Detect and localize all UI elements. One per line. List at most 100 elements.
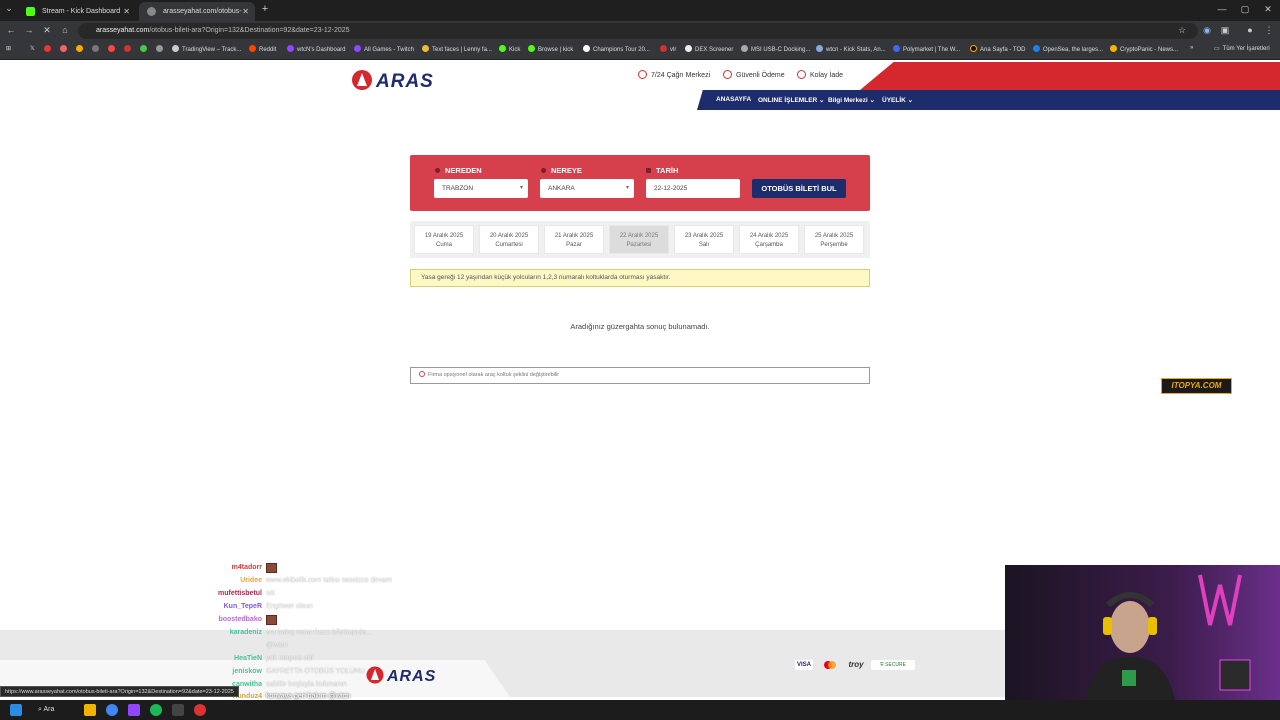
tab-search-icon[interactable]: ⌄ (2, 3, 16, 14)
aras-logo[interactable]: ARAS (352, 68, 472, 92)
extensions-icon[interactable]: ▣ (1218, 25, 1232, 36)
bookmark-vlr[interactable]: vlr (660, 45, 676, 53)
date-option[interactable]: 19 Aralık 2025 Cuma (414, 225, 474, 254)
taskbar-search[interactable]: ⌕ Ara (38, 703, 78, 717)
chat-text: Engineer olsun (266, 603, 313, 610)
date-option[interactable]: 20 Aralık 2025 Cumartesi (479, 225, 539, 254)
stop-loading-button[interactable]: ✕ (40, 25, 54, 36)
close-tab-icon[interactable]: ✕ (242, 2, 249, 21)
app-icon[interactable] (194, 704, 206, 716)
find-ticket-button[interactable]: OTOBÜS BİLETİ BUL (752, 179, 846, 198)
secure-payment-link[interactable]: Güvenli Ödeme (723, 70, 785, 79)
minimize-button[interactable]: — (1212, 4, 1232, 14)
nav-online-services[interactable]: ONLINE İŞLEMLER ⌄ (758, 96, 825, 104)
footer-aras-logo[interactable]: ARAS (366, 665, 468, 685)
url-bar[interactable]: arasseyahat.com/otobus-bileti-ara?Origin… (78, 23, 1198, 39)
tab-aras[interactable]: arasseyahat.com/otobus-bileti- ✕ (139, 2, 255, 34)
bookmark-icon[interactable] (92, 45, 99, 52)
caret-down-icon: ▾ (625, 185, 629, 191)
windows-taskbar: ⌕ Ara (0, 700, 1280, 720)
close-tab-icon[interactable]: ✕ (123, 2, 130, 21)
close-window-button[interactable]: ✕ (1258, 4, 1278, 15)
easy-refund-link[interactable]: Kolay İade (797, 70, 843, 79)
back-button[interactable]: ← (4, 25, 18, 35)
bookmark-icon[interactable] (124, 45, 131, 52)
bookmark-wtcn-dashboard[interactable]: wtcN's Dashboard (287, 45, 346, 53)
forward-button[interactable]: → (22, 25, 36, 35)
stats-icon (816, 45, 823, 52)
bookmark-cryptopanic[interactable]: CryptoPanic - News... (1110, 45, 1178, 53)
bookmark-reddit[interactable]: Reddit (249, 45, 276, 53)
bookmark-browse-kick[interactable]: Browse | kick (528, 45, 573, 53)
from-label: NEREDEN (435, 166, 482, 175)
bookmark-dex-screener[interactable]: DEX Screener (685, 45, 733, 53)
seat-layout-info: Firma opsiyonel olarak araç koltuk şekli… (410, 367, 870, 384)
bookmark-star-icon[interactable]: ☆ (1175, 25, 1189, 36)
search-icon: ⌕ (38, 706, 42, 713)
spotify-icon[interactable] (150, 704, 162, 716)
polymarket-icon (893, 45, 900, 52)
all-bookmarks[interactable]: ▭ Tüm Yer İşaretleri (1214, 45, 1270, 52)
x-icon[interactable]: 𝕏 (30, 45, 35, 52)
bookmark-icon[interactable] (76, 45, 83, 52)
secure-badge: ⛨ SECURE (871, 660, 915, 670)
app-icon[interactable] (172, 704, 184, 716)
menu-icon[interactable]: ⋮ (1262, 25, 1276, 36)
emote-icon (266, 615, 277, 625)
twitch-icon[interactable] (128, 704, 140, 716)
globe-icon (147, 7, 156, 16)
chrome-icon[interactable] (106, 704, 118, 716)
location-pin-icon (435, 168, 440, 173)
call-center-link[interactable]: 7/24 Çağrı Merkezi (638, 70, 710, 79)
date-option[interactable]: 23 Aralık 2025 Salı (674, 225, 734, 254)
date-option-selected[interactable]: 22 Aralık 2025 Pazartesi (609, 225, 669, 254)
bookmark-icon[interactable] (108, 45, 115, 52)
date-input[interactable]: 22-12-2025 (646, 179, 740, 198)
nav-home[interactable]: ANASAYFA (716, 96, 751, 103)
chat-username: karadeniz (229, 629, 262, 636)
bookmark-kick[interactable]: Kick (499, 45, 520, 53)
from-select[interactable]: TRABZON ▾ (434, 179, 528, 198)
bookmark-tradingview[interactable]: TradingView – Track... (172, 45, 241, 53)
windows-start-icon[interactable] (10, 704, 22, 716)
bookmark-polymarket[interactable]: Polymarket | The W... (893, 45, 960, 53)
bookmark-tod[interactable]: Ana Sayfa - TOD (970, 45, 1025, 53)
date-option[interactable]: 21 Aralık 2025 Pazar (544, 225, 604, 254)
sponsor-badge: ITOPYA.COM (1161, 378, 1232, 394)
bookmark-msi[interactable]: MSI USB-C Docking... (741, 45, 810, 53)
more-bookmarks-icon[interactable]: » (1190, 45, 1193, 51)
apps-icon[interactable]: ⊞ (6, 45, 11, 52)
bookmark-icon[interactable] (60, 45, 67, 52)
profile-avatar[interactable]: ● (1243, 25, 1257, 35)
dex-icon (685, 45, 692, 52)
bookmark-icon[interactable] (140, 45, 147, 52)
maximize-button[interactable]: ▢ (1235, 4, 1255, 15)
kick-icon (499, 45, 506, 52)
bookmark-icon (583, 45, 590, 52)
nav-membership[interactable]: ÜYELİK ⌄ (882, 96, 913, 104)
bookmark-all-games[interactable]: All Games - Twitch (354, 45, 414, 53)
shield-icon: ⛨ (880, 662, 884, 668)
headset-icon (638, 70, 647, 79)
chat-username: HeaTieN (234, 655, 262, 662)
date-option[interactable]: 24 Aralık 2025 Çarşamba (739, 225, 799, 254)
chat-username: m4tadorr (231, 564, 262, 571)
bookmark-icon[interactable] (156, 45, 163, 52)
youtube-icon[interactable] (44, 45, 51, 52)
vlr-icon (660, 45, 667, 52)
bookmark-lenny[interactable]: Text faces | Lenny fa... (422, 45, 492, 53)
bookmark-opensea[interactable]: OpenSea, the larges... (1033, 45, 1103, 53)
header-red-band (860, 62, 1280, 90)
date-option[interactable]: 25 Aralık 2025 Perşembe (804, 225, 864, 254)
nav-info-center[interactable]: Bilgi Merkezi ⌄ (828, 96, 875, 104)
media-icon[interactable]: ◉ (1200, 25, 1214, 36)
new-tab-button[interactable]: + (258, 3, 272, 15)
file-explorer-icon[interactable] (84, 704, 96, 716)
bookmark-kick-stats[interactable]: wtcn - Kick Stats, An... (816, 45, 886, 53)
to-select[interactable]: ANKARA ▾ (540, 179, 634, 198)
visa-icon: VISA (795, 660, 813, 670)
bookmark-champions-tour[interactable]: Champions Tour 20... (583, 45, 650, 53)
tab-kick-dashboard[interactable]: Stream - Kick Dashboard ✕ (18, 2, 136, 21)
home-icon[interactable]: ⌂ (58, 25, 72, 35)
twitch-icon (287, 45, 294, 52)
